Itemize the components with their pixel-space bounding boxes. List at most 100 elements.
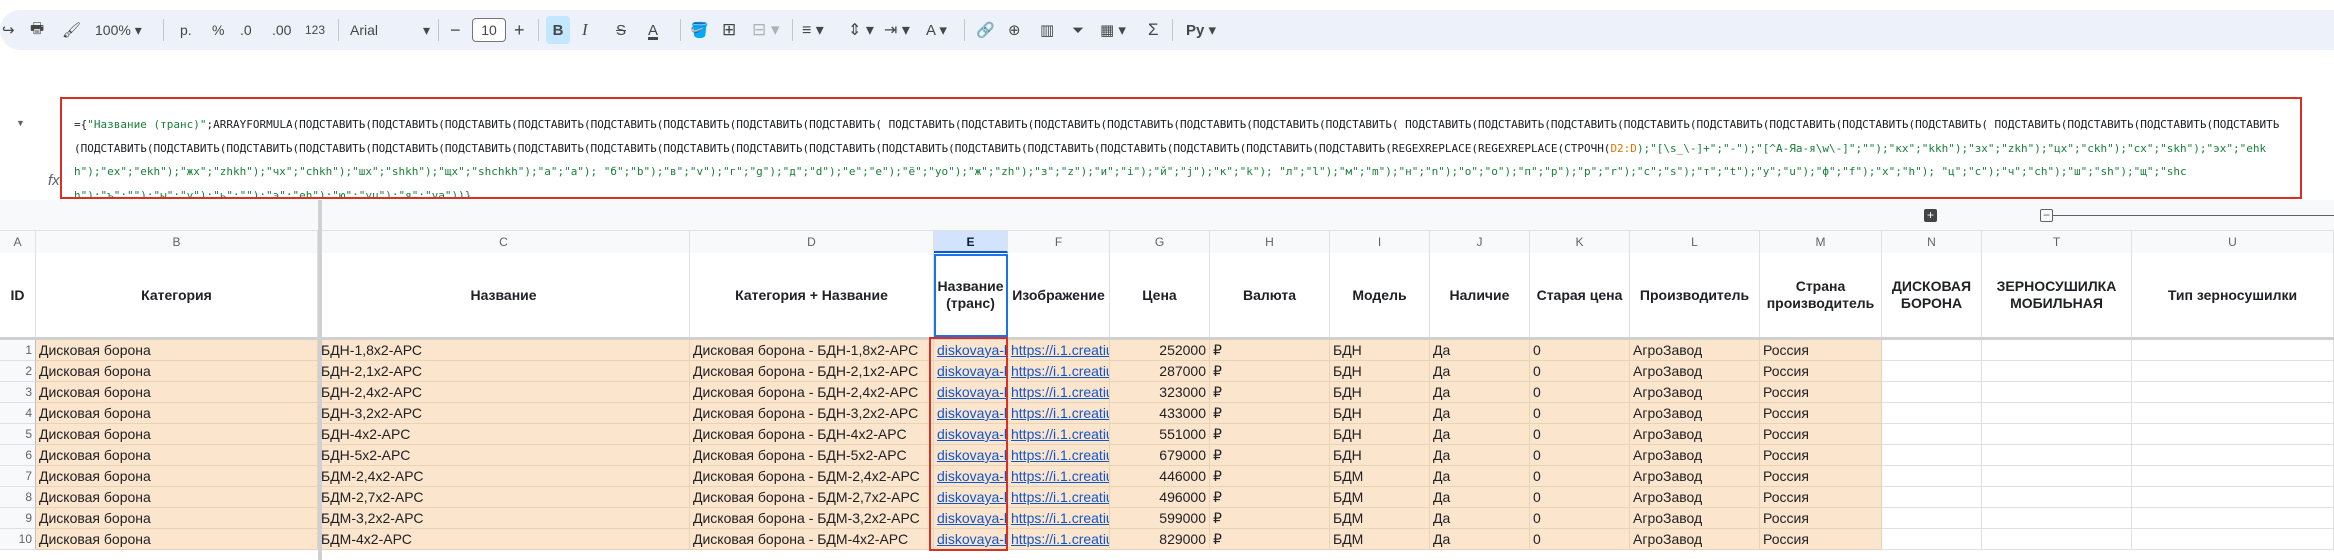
row-number[interactable]: 1: [0, 340, 36, 361]
cell-k[interactable]: 0: [1530, 445, 1630, 466]
cell-t[interactable]: [1982, 529, 2132, 550]
cell-m[interactable]: Россия: [1760, 361, 1882, 382]
cell-j[interactable]: Да: [1430, 424, 1530, 445]
cell-c[interactable]: БДМ-2,7х2-АРС: [318, 487, 690, 508]
header-cell-g[interactable]: Цена: [1110, 253, 1210, 337]
header-cell-m[interactable]: Страна производитель: [1760, 253, 1882, 337]
cell-u[interactable]: [2132, 361, 2334, 382]
cell-l[interactable]: АгроЗавод: [1630, 529, 1760, 550]
cell-c[interactable]: БДН-4х2-АРС: [318, 424, 690, 445]
cell-m[interactable]: Россия: [1760, 382, 1882, 403]
cell-b[interactable]: Дисковая борона: [36, 529, 318, 550]
cell-g[interactable]: 496000: [1110, 487, 1210, 508]
column-header-k[interactable]: K: [1530, 231, 1630, 253]
cell-e[interactable]: diskovaya-b: [934, 403, 1008, 424]
cell-t[interactable]: [1982, 466, 2132, 487]
functions-button[interactable]: Σ: [1148, 16, 1159, 44]
cell-b[interactable]: Дисковая борона: [36, 361, 318, 382]
row-number[interactable]: 10: [0, 529, 36, 550]
expand-group-icon[interactable]: +: [1924, 209, 1937, 222]
cell-h[interactable]: ₽: [1210, 529, 1330, 550]
row-number[interactable]: 9: [0, 508, 36, 529]
cell-u[interactable]: [2132, 424, 2334, 445]
cell-u[interactable]: [2132, 466, 2334, 487]
cell-e[interactable]: diskovaya-b: [934, 508, 1008, 529]
cell-l[interactable]: АгроЗавод: [1630, 382, 1760, 403]
cell-k[interactable]: 0: [1530, 424, 1630, 445]
cell-i[interactable]: БДН: [1330, 445, 1430, 466]
cell-f[interactable]: https://i.1.creatiu: [1008, 382, 1110, 403]
cell-e[interactable]: diskovaya-b: [934, 445, 1008, 466]
cell-m[interactable]: Россия: [1760, 466, 1882, 487]
column-header-m[interactable]: M: [1760, 231, 1882, 253]
cell-u[interactable]: [2132, 403, 2334, 424]
cell-e[interactable]: diskovaya-b: [934, 382, 1008, 403]
header-cell-l[interactable]: Производитель: [1630, 253, 1760, 337]
cell-i[interactable]: БДН: [1330, 361, 1430, 382]
cell-n[interactable]: [1882, 445, 1982, 466]
fill-color-icon[interactable]: 🪣: [690, 16, 709, 44]
cell-d[interactable]: Дисковая борона - БДН-3,2х2-АРС: [690, 403, 934, 424]
cell-u[interactable]: [2132, 382, 2334, 403]
cell-b[interactable]: Дисковая борона: [36, 445, 318, 466]
cell-h[interactable]: ₽: [1210, 382, 1330, 403]
row-number[interactable]: 4: [0, 403, 36, 424]
cell-j[interactable]: Да: [1430, 340, 1530, 361]
cell-b[interactable]: Дисковая борона: [36, 508, 318, 529]
cell-f[interactable]: https://i.1.creatiu: [1008, 424, 1110, 445]
cell-f[interactable]: https://i.1.creatiu: [1008, 403, 1110, 424]
cell-t[interactable]: [1982, 508, 2132, 529]
cell-k[interactable]: 0: [1530, 508, 1630, 529]
header-cell-h[interactable]: Валюта: [1210, 253, 1330, 337]
cell-d[interactable]: Дисковая борона - БДН-4х2-АРС: [690, 424, 934, 445]
cell-h[interactable]: ₽: [1210, 487, 1330, 508]
frozen-column-divider[interactable]: [318, 200, 322, 560]
cell-l[interactable]: АгроЗавод: [1630, 508, 1760, 529]
cell-g[interactable]: 829000: [1110, 529, 1210, 550]
number-format-button[interactable]: 123: [305, 16, 325, 44]
cell-e[interactable]: diskovaya-b: [934, 361, 1008, 382]
cell-b[interactable]: Дисковая борона: [36, 382, 318, 403]
cell-e[interactable]: diskovaya-b: [934, 487, 1008, 508]
cell-i[interactable]: БДН: [1330, 403, 1430, 424]
cell-k[interactable]: 0: [1530, 487, 1630, 508]
cell-f[interactable]: https://i.1.creatiu: [1008, 508, 1110, 529]
bold-button[interactable]: B: [546, 16, 570, 44]
strikethrough-button[interactable]: S: [616, 16, 626, 44]
borders-icon[interactable]: ⊞: [722, 16, 736, 44]
text-rotate-icon[interactable]: A ▾: [926, 16, 947, 44]
cell-j[interactable]: Да: [1430, 445, 1530, 466]
cell-n[interactable]: [1882, 424, 1982, 445]
cell-l[interactable]: АгроЗавод: [1630, 403, 1760, 424]
cell-h[interactable]: ₽: [1210, 508, 1330, 529]
header-cell-u[interactable]: Тип зерносушилки: [2132, 253, 2334, 337]
filter-icon[interactable]: ⏷: [1072, 16, 1084, 44]
cell-g[interactable]: 599000: [1110, 508, 1210, 529]
cell-c[interactable]: БДМ-4х2-АРС: [318, 529, 690, 550]
cell-e[interactable]: diskovaya-b: [934, 466, 1008, 487]
cell-l[interactable]: АгроЗавод: [1630, 361, 1760, 382]
font-family-select[interactable]: Arial ▾: [350, 16, 430, 44]
currency-format-button[interactable]: р.: [180, 16, 192, 44]
cell-e[interactable]: diskovaya-b: [934, 424, 1008, 445]
cell-f[interactable]: https://i.1.creatiu: [1008, 487, 1110, 508]
cell-f[interactable]: https://i.1.creatiu: [1008, 445, 1110, 466]
cell-c[interactable]: БДМ-2,4х2-АРС: [318, 466, 690, 487]
column-header-h[interactable]: H: [1210, 231, 1330, 253]
cell-l[interactable]: АгроЗавод: [1630, 424, 1760, 445]
print-icon[interactable]: 🖶: [30, 16, 44, 44]
cell-h[interactable]: ₽: [1210, 403, 1330, 424]
cell-e[interactable]: diskovaya-b: [934, 529, 1008, 550]
paint-format-icon[interactable]: 🖌: [62, 16, 81, 44]
cell-c[interactable]: БДМ-3,2х2-АРС: [318, 508, 690, 529]
cell-m[interactable]: Россия: [1760, 508, 1882, 529]
cell-c[interactable]: БДН-3,2х2-АРС: [318, 403, 690, 424]
row-number[interactable]: 2: [0, 361, 36, 382]
cell-g[interactable]: 446000: [1110, 466, 1210, 487]
header-cell-a[interactable]: ID: [0, 253, 36, 337]
cell-n[interactable]: [1882, 508, 1982, 529]
percent-format-button[interactable]: %: [212, 16, 224, 44]
column-header-l[interactable]: L: [1630, 231, 1760, 253]
cell-m[interactable]: Россия: [1760, 340, 1882, 361]
cell-j[interactable]: Да: [1430, 487, 1530, 508]
